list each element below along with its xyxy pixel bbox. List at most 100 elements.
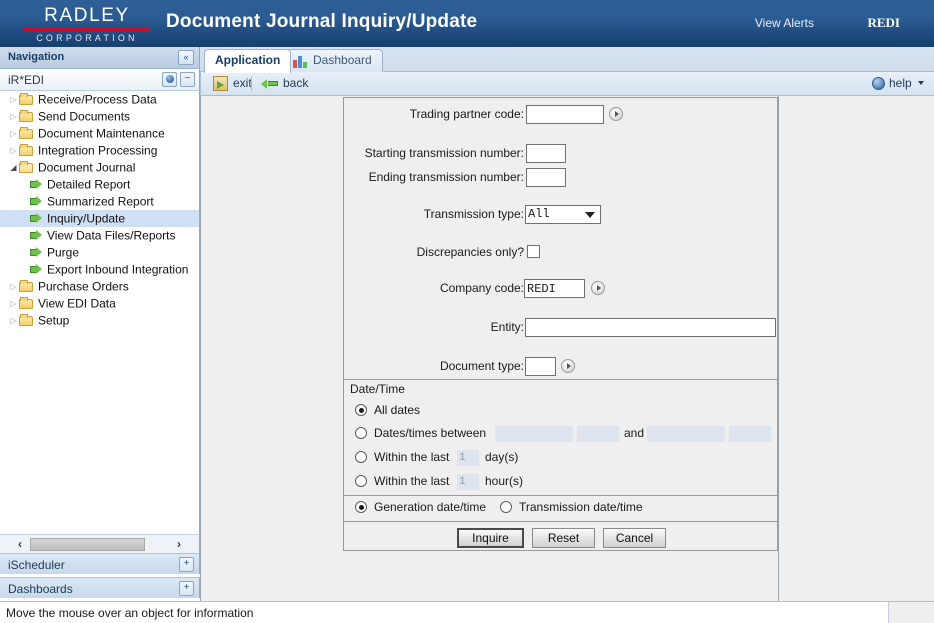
sidebar-item-receive-process-data[interactable]: ▷Receive/Process Data — [0, 91, 199, 108]
sidebar-item-setup[interactable]: ▷Setup — [0, 312, 199, 329]
navigation-group-header[interactable]: iR*EDI − — [0, 69, 200, 91]
sidebar-item-purchase-orders[interactable]: ▷ Purchase Orders — [0, 278, 199, 295]
date-from-input[interactable] — [495, 426, 573, 442]
field-document-type: Document type: — [344, 357, 779, 377]
search-criteria-panel: Trading partner code: Starting transmiss… — [343, 97, 778, 379]
back-button[interactable]: back — [261, 76, 308, 90]
expand-ischeduler-button[interactable]: + — [179, 557, 194, 572]
discrepancies-only-checkbox[interactable] — [527, 245, 540, 258]
within-days-input[interactable] — [457, 450, 479, 466]
scroll-right-icon[interactable]: › — [171, 537, 187, 552]
within-hours-radio[interactable] — [355, 475, 367, 487]
sidebar-item-label: Inquiry/Update — [47, 211, 125, 225]
twisty-expanded-icon[interactable]: ◢ — [8, 159, 19, 176]
transmission-type-select[interactable]: All — [525, 205, 601, 224]
collapse-group-button[interactable]: − — [180, 72, 195, 87]
folder-icon — [19, 314, 34, 326]
green-arrow-icon — [30, 212, 43, 223]
view-alerts-link[interactable]: View Alerts — [755, 16, 814, 30]
sidebar-item-label: Send Documents — [38, 109, 130, 123]
sidebar-item-label: Summarized Report — [47, 194, 154, 208]
company-code-lookup-icon[interactable] — [591, 281, 605, 295]
generation-datetime-radio[interactable] — [355, 501, 367, 513]
date-to-input[interactable] — [647, 426, 725, 442]
sidebar-item-export-inbound-integration[interactable]: Export Inbound Integration — [0, 261, 199, 278]
dates-between-label[interactable]: Dates/times between — [374, 426, 486, 440]
all-dates-radio[interactable] — [355, 404, 367, 416]
trading-partner-code-input[interactable] — [526, 105, 604, 124]
within-hours-label-pre[interactable]: Within the last — [374, 474, 449, 488]
status-bar: Move the mouse over an object for inform… — [0, 601, 934, 623]
transmission-datetime-radio[interactable] — [500, 501, 512, 513]
collapse-sidebar-button[interactable]: « — [178, 50, 194, 65]
sidebar-item-integration-processing[interactable]: ▷Integration Processing — [0, 142, 199, 159]
twisty-collapsed-icon[interactable]: ▷ — [8, 278, 19, 295]
tab-strip: Application Dashboard — [200, 47, 934, 72]
navigation-tree[interactable]: ▷Receive/Process Data▷Send Documents▷Doc… — [0, 91, 200, 534]
sidebar-panel-dashboards[interactable]: Dashboards + — [0, 577, 200, 598]
sidebar-panel-ischeduler[interactable]: iScheduler + — [0, 553, 200, 574]
twisty-collapsed-icon[interactable]: ▷ — [8, 142, 19, 159]
transmission-type-label: Transmission type: — [424, 207, 524, 221]
twisty-collapsed-icon[interactable]: ▷ — [8, 91, 19, 108]
scroll-left-icon[interactable]: ‹ — [12, 537, 28, 552]
help-menu-button[interactable]: help — [872, 76, 924, 90]
generation-datetime-label[interactable]: Generation date/time — [374, 500, 486, 514]
sidebar-item-detailed-report[interactable]: Detailed Report — [0, 176, 199, 193]
sidebar-horizontal-scrollbar[interactable]: ‹ › — [0, 534, 200, 553]
exit-button[interactable]: exit — [213, 76, 252, 90]
gear-icon[interactable] — [162, 72, 177, 87]
company-code-input[interactable] — [524, 279, 585, 298]
twisty-collapsed-icon[interactable]: ▷ — [8, 108, 19, 125]
ending-transmission-number-label: Ending transmission number: — [369, 170, 524, 184]
time-to-input[interactable] — [729, 426, 771, 442]
sidebar-item-inquiry-update[interactable]: Inquiry/Update — [0, 210, 199, 227]
folder-icon — [19, 144, 34, 156]
entity-input[interactable] — [525, 318, 776, 337]
company-code-label: Company code: — [440, 281, 524, 295]
document-type-input[interactable] — [525, 357, 556, 376]
green-arrow-icon — [30, 246, 43, 257]
starting-transmission-number-input[interactable] — [526, 144, 566, 163]
sidebar-item-view-edi-data[interactable]: ▷View EDI Data — [0, 295, 199, 312]
logo-corporation-text: CORPORATION — [22, 33, 152, 43]
page-title: Document Journal Inquiry/Update — [166, 11, 477, 33]
ending-transmission-number-input[interactable] — [526, 168, 566, 187]
reset-button[interactable]: Reset — [532, 528, 595, 548]
time-from-input[interactable] — [577, 426, 619, 442]
field-starting-transmission-number: Starting transmission number: — [344, 144, 779, 164]
twisty-collapsed-icon[interactable]: ▷ — [8, 312, 19, 329]
within-days-radio[interactable] — [355, 451, 367, 463]
within-days-label-pre[interactable]: Within the last — [374, 450, 449, 464]
field-trading-partner-code: Trading partner code: — [344, 105, 779, 125]
field-company-code: Company code: — [344, 279, 779, 299]
sidebar-item-view-data-files-reports[interactable]: View Data Files/Reports — [0, 227, 199, 244]
tab-application[interactable]: Application — [204, 49, 291, 73]
field-entity: Entity: — [344, 318, 779, 338]
field-discrepancies-only: Discrepancies only? — [344, 243, 779, 263]
sidebar-item-document-maintenance[interactable]: ▷ Document Maintenance — [0, 125, 199, 142]
navigation-header: Navigation « — [0, 47, 200, 69]
tab-dashboard[interactable]: Dashboard — [286, 49, 383, 72]
dates-between-radio[interactable] — [355, 427, 367, 439]
document-type-lookup-icon[interactable] — [561, 359, 575, 373]
inquire-button[interactable]: Inquire — [457, 528, 524, 548]
scrollbar-thumb[interactable] — [30, 538, 145, 551]
sidebar-item-label: Document Maintenance — [38, 126, 165, 140]
all-dates-label[interactable]: All dates — [374, 403, 420, 417]
transmission-type-value: All — [528, 207, 550, 221]
expand-dashboards-button[interactable]: + — [179, 581, 194, 596]
sidebar-item-send-documents[interactable]: ▷ Send Documents — [0, 108, 199, 125]
action-toolbar: exit back help — [200, 72, 934, 96]
field-transmission-type: Transmission type: All — [344, 205, 779, 225]
trading-partner-code-lookup-icon[interactable] — [609, 107, 623, 121]
sidebar-item-document-journal[interactable]: ◢Document Journal — [0, 159, 199, 176]
sidebar-item-summarized-report[interactable]: Summarized Report — [0, 193, 199, 210]
within-hours-input[interactable] — [457, 474, 479, 490]
sidebar-item-label: Purchase Orders — [38, 279, 129, 293]
sidebar-item-purge[interactable]: Purge — [0, 244, 199, 261]
transmission-datetime-label[interactable]: Transmission date/time — [519, 500, 643, 514]
twisty-collapsed-icon[interactable]: ▷ — [8, 125, 19, 142]
twisty-collapsed-icon[interactable]: ▷ — [8, 295, 19, 312]
cancel-button[interactable]: Cancel — [603, 528, 666, 548]
